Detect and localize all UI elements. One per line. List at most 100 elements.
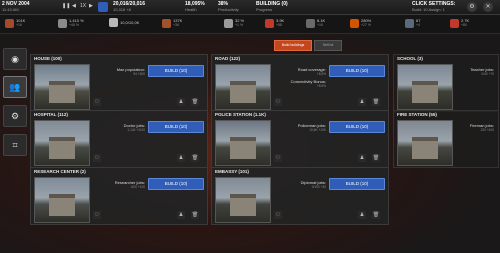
- speed-up-button[interactable]: ▶: [89, 3, 93, 9]
- building-card: RESEARCH CENTER (2) Researcher jobs: 0/20 …: [30, 167, 208, 225]
- compass-icon: ◉: [11, 54, 19, 64]
- sidebar-button-1[interactable]: 👥: [3, 76, 27, 98]
- resource-4: 32 % +1 %: [224, 18, 244, 30]
- resource-rate: +58: [276, 23, 282, 27]
- resource-2: 10,0/10,0K: [109, 18, 139, 30]
- stat-label-2: Connectivity Bonus: +8.5%: [290, 79, 326, 88]
- stat-label: Road coverage: +8.5%: [297, 67, 326, 76]
- build-button[interactable]: BUILD (10): [148, 121, 204, 133]
- building-title: HOSPITAL (112): [34, 112, 68, 117]
- building-shape: [49, 137, 75, 159]
- demolish-icon[interactable]: 🗑: [372, 98, 380, 106]
- worker-icon[interactable]: ♟: [177, 211, 185, 219]
- tab-sell-lot[interactable]: Sell lot: [314, 40, 342, 51]
- pause-button[interactable]: ❚❚: [62, 3, 70, 9]
- stone-icon: [109, 18, 118, 27]
- parts-icon: [306, 18, 315, 28]
- resource-1: 1,410 % +46 %: [58, 18, 84, 30]
- date-display: 2 NOV 2004 11:43 AM: [2, 1, 30, 12]
- demolish-icon[interactable]: 🗑: [191, 98, 199, 106]
- worker-icon[interactable]: ♟: [177, 98, 185, 106]
- building-thumbnail: [215, 64, 271, 110]
- productivity-display: 38% Productivity: [218, 1, 239, 12]
- top-bar: 2 NOV 2004 11:43 AM ❚❚ ◀ 1X ▶ 20,016/20,0…: [0, 0, 500, 15]
- ammo-icon: [58, 18, 67, 28]
- weapon-icon: [405, 18, 414, 28]
- stat-label: Teacher jobs: 0/40 +70: [470, 67, 494, 76]
- building-title: EMBASSY (101): [215, 169, 249, 174]
- medkit-icon: [450, 18, 459, 28]
- build-button[interactable]: BUILD (10): [329, 65, 385, 77]
- resource-rate: +1 %: [235, 23, 244, 27]
- worker-icon[interactable]: ♟: [358, 98, 366, 106]
- resource-rate: +4: [416, 23, 420, 27]
- building-card: FIRE STATION (55) Fireman jobs: 220 +400: [393, 110, 499, 168]
- stat-label: Max population: 94 +500: [116, 67, 145, 76]
- click-settings[interactable]: CLICK SETTINGS: Build: 10 Assign: 1: [412, 1, 455, 13]
- building-card: EMBASSY (101) Diplomat jobs: 0/190 +30 BUIL…: [211, 167, 389, 225]
- research-icon: [350, 18, 359, 28]
- people-icon: 👥: [9, 82, 21, 92]
- fuel-icon: [265, 18, 274, 28]
- building-title: ROAD (122): [215, 56, 241, 61]
- resource-rate: +46 %: [69, 23, 80, 27]
- resource-rate: +80: [461, 23, 467, 27]
- resource-rate: +1K: [16, 23, 23, 27]
- resource-rate: +3K: [173, 23, 180, 27]
- building-card: HOUSE (100) Max population: 94 +500 BUILD (…: [30, 54, 208, 112]
- build-button[interactable]: BUILD (10): [329, 121, 385, 133]
- resource-rate: +1K: [317, 23, 324, 27]
- worker-icon[interactable]: ♟: [358, 211, 366, 219]
- building-thumbnail: [34, 120, 90, 166]
- lock-icon: ⏻: [93, 211, 101, 219]
- resource-5: 3.9K +58: [265, 18, 284, 30]
- money-display: 20,016/20,016 10,316 +8: [113, 1, 145, 12]
- building-shape: [230, 81, 256, 103]
- build-button[interactable]: BUILD (10): [329, 178, 385, 190]
- lock-icon: ⏻: [274, 211, 282, 219]
- building-shape: [230, 194, 256, 216]
- worker-icon[interactable]: ♟: [358, 154, 366, 162]
- stat-label: Doctor jobs: 1,140 +1100: [123, 123, 145, 132]
- stat-label: Policeman jobs: 10,6K +10K: [297, 123, 326, 132]
- demolish-icon[interactable]: 🗑: [191, 154, 199, 162]
- demolish-icon[interactable]: 🗑: [372, 211, 380, 219]
- resource-0: 101K +1K: [5, 18, 25, 30]
- building-thumbnail: [215, 177, 271, 223]
- speed-down-button[interactable]: ◀: [72, 3, 76, 9]
- sidebar-button-3[interactable]: ⌗: [3, 134, 27, 156]
- building-title: SCHOOL (3): [397, 56, 423, 61]
- building-card: POLICE STATION (1.1K) Policeman jobs: 10,6…: [211, 110, 389, 168]
- sidebar-button-2[interactable]: ⚙: [3, 105, 27, 127]
- building-shape: [412, 81, 438, 103]
- building-thumbnail: [34, 177, 90, 223]
- settings-gear-icon[interactable]: ⚙: [467, 2, 477, 12]
- demolish-icon[interactable]: 🗑: [191, 211, 199, 219]
- gear-icon: ⚙: [10, 111, 20, 121]
- lock-icon: ⏻: [93, 154, 101, 162]
- lock-icon: ⏻: [274, 98, 282, 106]
- worker-icon[interactable]: ♟: [177, 154, 185, 162]
- resource-6: 8.1K +1K: [306, 18, 325, 30]
- building-shape: [49, 81, 75, 103]
- shield-icon[interactable]: [98, 2, 108, 12]
- building-title: POLICE STATION (1.1K): [215, 112, 266, 117]
- building-progress: BUILDING (0) Progress: [256, 1, 288, 12]
- building-thumbnail: [34, 64, 90, 110]
- food-icon: [162, 18, 171, 28]
- sidebar-button-0[interactable]: ◉: [3, 48, 27, 70]
- resource-value: 10,0/10,0K: [120, 20, 140, 25]
- resource-rate: +27 %: [361, 23, 372, 27]
- map-icon: ⌗: [12, 140, 18, 150]
- close-icon[interactable]: ✕: [483, 2, 493, 12]
- demolish-icon[interactable]: 🗑: [372, 154, 380, 162]
- tab-build-buildings[interactable]: Build buildings: [274, 40, 312, 51]
- building-shape: [230, 137, 256, 159]
- stat-label: Researcher jobs: 0/20 +100: [114, 180, 145, 189]
- build-button[interactable]: BUILD (10): [148, 65, 204, 77]
- building-card: ROAD (122) Road coverage: +8.5% Connectivit…: [211, 54, 389, 112]
- stat-label: Fireman jobs: 220 +400: [469, 123, 494, 132]
- resource-3: 137K +3K: [162, 18, 182, 30]
- build-button[interactable]: BUILD (10): [148, 178, 204, 190]
- resource-8: 67 +4: [405, 18, 420, 30]
